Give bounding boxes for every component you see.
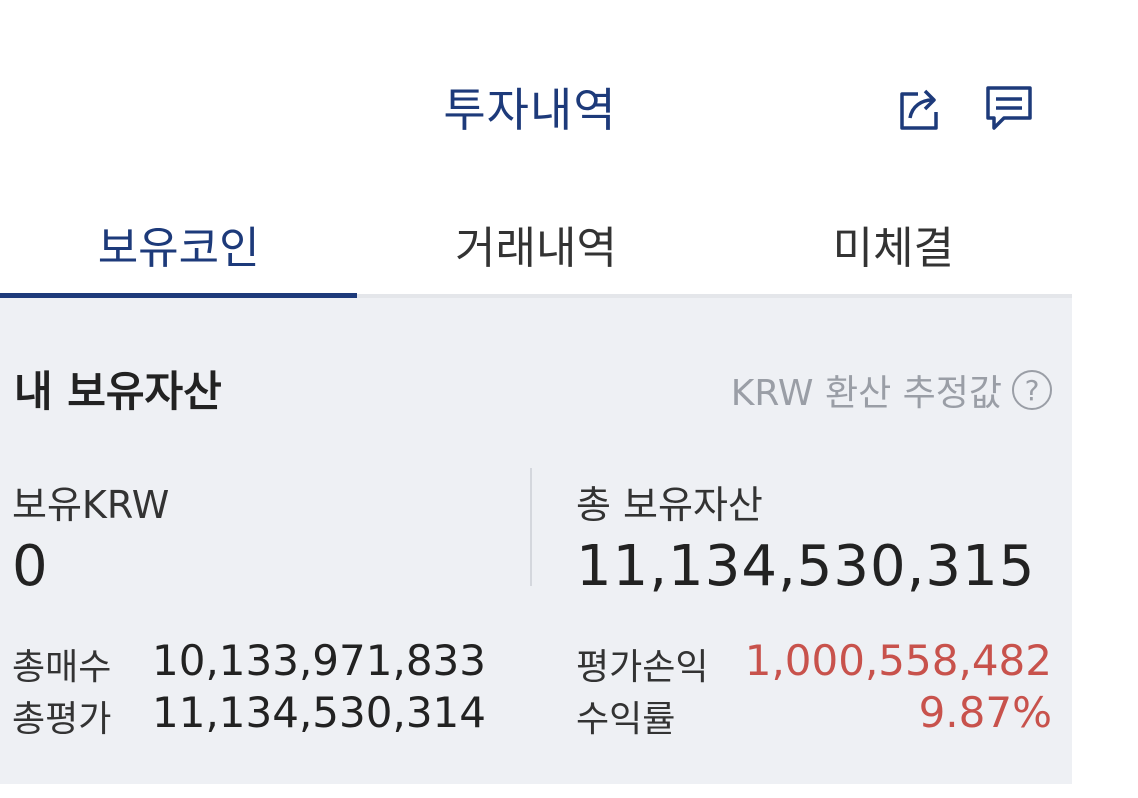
tab-open-orders[interactable]: 미체결 — [715, 190, 1072, 294]
panel-title: 내 보유자산 — [14, 367, 222, 416]
return-rate-label: 수익률 — [576, 699, 676, 740]
total-assets-label: 총 보유자산 — [576, 483, 763, 527]
divider — [530, 468, 532, 586]
krw-label: 보유KRW — [12, 483, 170, 527]
investment-history-screen: 투자내역 보유코인 거래내역 미체결 내 보유자산 KRW 환산 추정값 ? 보… — [0, 0, 1138, 798]
pnl-label: 평가손익 — [576, 647, 709, 688]
total-eval-value: 11,134,530,314 — [152, 688, 486, 737]
krw-value: 0 — [12, 534, 49, 599]
tab-trade-history[interactable]: 거래내역 — [357, 190, 714, 294]
help-icon[interactable]: ? — [1012, 370, 1052, 410]
total-assets-value: 11,134,530,315 — [576, 534, 1036, 599]
header: 투자내역 — [0, 0, 1072, 190]
tab-bar: 보유코인 거래내역 미체결 — [0, 190, 1072, 298]
krw-estimate-label: KRW 환산 추정값 — [730, 373, 1002, 414]
return-rate-value: 9.87% — [918, 688, 1052, 737]
krw-estimate-note[interactable]: KRW 환산 추정값 ? — [731, 364, 1052, 416]
share-icon[interactable] — [892, 80, 950, 138]
message-icon[interactable] — [980, 80, 1038, 138]
tab-holdings[interactable]: 보유코인 — [0, 190, 358, 298]
total-buy-value: 10,133,971,833 — [152, 636, 486, 685]
total-buy-label: 총매수 — [12, 647, 112, 688]
pnl-value: 1,000,558,482 — [744, 636, 1052, 685]
asset-summary-panel: 내 보유자산 KRW 환산 추정값 ? 보유KRW 0 총 보유자산 11,13… — [0, 298, 1072, 784]
total-eval-label: 총평가 — [12, 699, 112, 740]
